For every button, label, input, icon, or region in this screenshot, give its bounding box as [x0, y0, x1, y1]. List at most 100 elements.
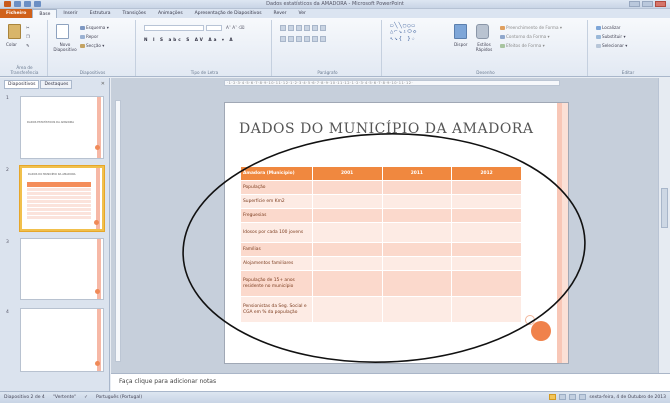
slide-sorter-view-button[interactable] [559, 394, 567, 400]
quick-styles-icon[interactable] [476, 24, 489, 39]
table-cell[interactable]: Superfície em Km2 [241, 195, 313, 209]
table-cell[interactable] [382, 271, 453, 297]
tab-home[interactable]: Base [32, 9, 58, 18]
tab-review[interactable]: Rever [268, 9, 293, 18]
table-cell[interactable] [452, 181, 522, 195]
table-cell[interactable]: Famílias [241, 243, 313, 257]
table-header-cell[interactable]: 2012 [452, 167, 522, 181]
slide-canvas[interactable]: DADOS DO MUNICÍPIO DA AMADORA Amadora (M… [224, 102, 569, 364]
table-cell[interactable]: População [241, 181, 313, 195]
tab-file[interactable]: Ficheiro [0, 9, 33, 18]
minimize-button[interactable] [629, 1, 640, 7]
new-slide-button[interactable]: Novo Diapositivo [52, 42, 78, 52]
table-cell[interactable] [452, 243, 522, 257]
table-cell[interactable] [382, 209, 453, 223]
table-cell[interactable] [312, 271, 383, 297]
arrange-button[interactable]: Dispor [454, 42, 468, 47]
table-cell[interactable] [312, 243, 383, 257]
table-cell[interactable] [312, 223, 383, 243]
close-button[interactable] [655, 1, 666, 7]
table-cell[interactable]: Pensionistas da Seg. Social e CGA em % d… [241, 297, 313, 323]
find-button[interactable]: Localizar [596, 25, 621, 30]
status-bar: Diapositivo 2 de 4 "Vertente" ✓ Portuguê… [0, 391, 670, 403]
data-table[interactable]: Amadora (Município) 2001 2011 2012 Popul… [241, 167, 522, 323]
list-buttons[interactable] [280, 25, 326, 31]
spellcheck-icon[interactable]: ✓ [84, 395, 88, 400]
table-cell[interactable] [382, 223, 453, 243]
slide-thumbnail-2[interactable]: DADOS DO MUNICÍPIO DA AMADORA [20, 166, 104, 231]
table-cell[interactable] [382, 195, 453, 209]
shape-outline-button[interactable]: Contorno da Forma ▾ [500, 34, 550, 39]
layout-button[interactable]: Esquema ▾ [80, 25, 109, 30]
table-cell[interactable]: Idosos por cada 100 jovens [241, 223, 313, 243]
table-cell[interactable] [452, 271, 522, 297]
table-cell[interactable] [312, 257, 383, 271]
table-cell[interactable]: Freguesias [241, 209, 313, 223]
table-header-cell[interactable]: 2001 [312, 167, 383, 181]
table-cell[interactable] [382, 243, 453, 257]
copy-icon[interactable]: ❐ [26, 34, 30, 39]
tab-slideshow[interactable]: Apresentação de Diapositivos [189, 9, 268, 18]
table-cell[interactable] [452, 223, 522, 243]
tab-slides[interactable]: Diapositivos [4, 80, 40, 89]
font-grow-shrink-icon[interactable]: A˄ A˅ ⌫ [226, 25, 245, 30]
table-cell[interactable] [452, 195, 522, 209]
table-cell[interactable] [312, 195, 383, 209]
font-size-select[interactable] [206, 25, 222, 31]
align-buttons[interactable] [280, 36, 326, 42]
quick-styles-button[interactable]: Estilos Rápidos [472, 42, 496, 52]
normal-view-button[interactable] [549, 394, 557, 400]
table-cell[interactable] [452, 297, 522, 323]
format-painter-icon[interactable]: ✎ [26, 43, 30, 48]
replace-button[interactable]: Substituir ▾ [596, 34, 626, 39]
slide-title[interactable]: DADOS DO MUNICÍPIO DA AMADORA [239, 121, 533, 137]
shape-effects-icon [500, 44, 505, 48]
notes-pane[interactable]: Faça clique para adicionar notas [111, 373, 670, 391]
cut-icon[interactable]: ✂ [26, 25, 30, 30]
thumbnail-table [27, 182, 91, 220]
table-header-row: Amadora (Município) 2001 2011 2012 [241, 167, 522, 181]
table-cell[interactable] [382, 297, 453, 323]
slide-thumbnail-1[interactable]: DADOS ESTATÍSTICOS DA AMADORA [20, 96, 104, 159]
tab-insert[interactable]: Inserir [57, 9, 83, 18]
font-format-buttons[interactable]: N I S abc S AV Aa ▾ A [144, 37, 235, 42]
slide-thumbnail-3[interactable] [20, 238, 104, 300]
tab-transitions[interactable]: Transições [117, 9, 152, 18]
shape-effects-button[interactable]: Efeitos de Forma ▾ [500, 43, 545, 48]
tab-design[interactable]: Estrutura [84, 9, 117, 18]
tab-animations[interactable]: Animações [152, 9, 189, 18]
shape-fill-button[interactable]: Preenchimento de Forma ▾ [500, 25, 562, 30]
table-cell[interactable]: Alojamentos familiares [241, 257, 313, 271]
table-cell[interactable] [312, 181, 383, 195]
font-name-select[interactable] [144, 25, 204, 31]
table-cell[interactable] [312, 297, 383, 323]
date-status: sexta-feira, 4 de Outubro de 2013 [589, 394, 666, 400]
table-cell[interactable] [452, 257, 522, 271]
arrange-icon[interactable] [454, 24, 467, 39]
slide-thumbnail-4[interactable] [20, 308, 104, 372]
reset-button[interactable]: Repor [80, 34, 98, 39]
table-cell[interactable] [382, 181, 453, 195]
select-button[interactable]: Selecionar ▾ [596, 43, 627, 48]
paste-label[interactable]: Colar [6, 42, 17, 47]
section-button[interactable]: Secção ▾ [80, 43, 104, 48]
shapes-gallery[interactable]: ▭╲╲▢○▭ △⌐↘⇩⬭◇ ↖↘{ }☆ [390, 23, 417, 42]
table-cell[interactable] [312, 209, 383, 223]
scrollbar-thumb[interactable] [661, 188, 668, 228]
reading-view-button[interactable] [569, 394, 577, 400]
table-cell[interactable]: População de 15+ anos residente no munic… [241, 271, 313, 297]
table-header-cell[interactable]: 2011 [382, 167, 453, 181]
language-status[interactable]: Português (Portugal) [96, 395, 142, 400]
tab-view[interactable]: Ver [293, 9, 312, 18]
tab-outline[interactable]: Destaques [40, 80, 73, 89]
table-cell[interactable] [452, 209, 522, 223]
slideshow-view-button[interactable] [579, 394, 587, 400]
new-slide-icon[interactable] [56, 24, 69, 39]
maximize-button[interactable] [642, 1, 653, 7]
paste-icon[interactable] [8, 24, 21, 39]
close-icon[interactable]: ✕ [101, 81, 105, 87]
table-header-cell[interactable]: Amadora (Município) [241, 167, 313, 181]
vertical-scrollbar[interactable] [658, 78, 670, 373]
vertical-ruler [115, 100, 121, 362]
table-cell[interactable] [382, 257, 453, 271]
